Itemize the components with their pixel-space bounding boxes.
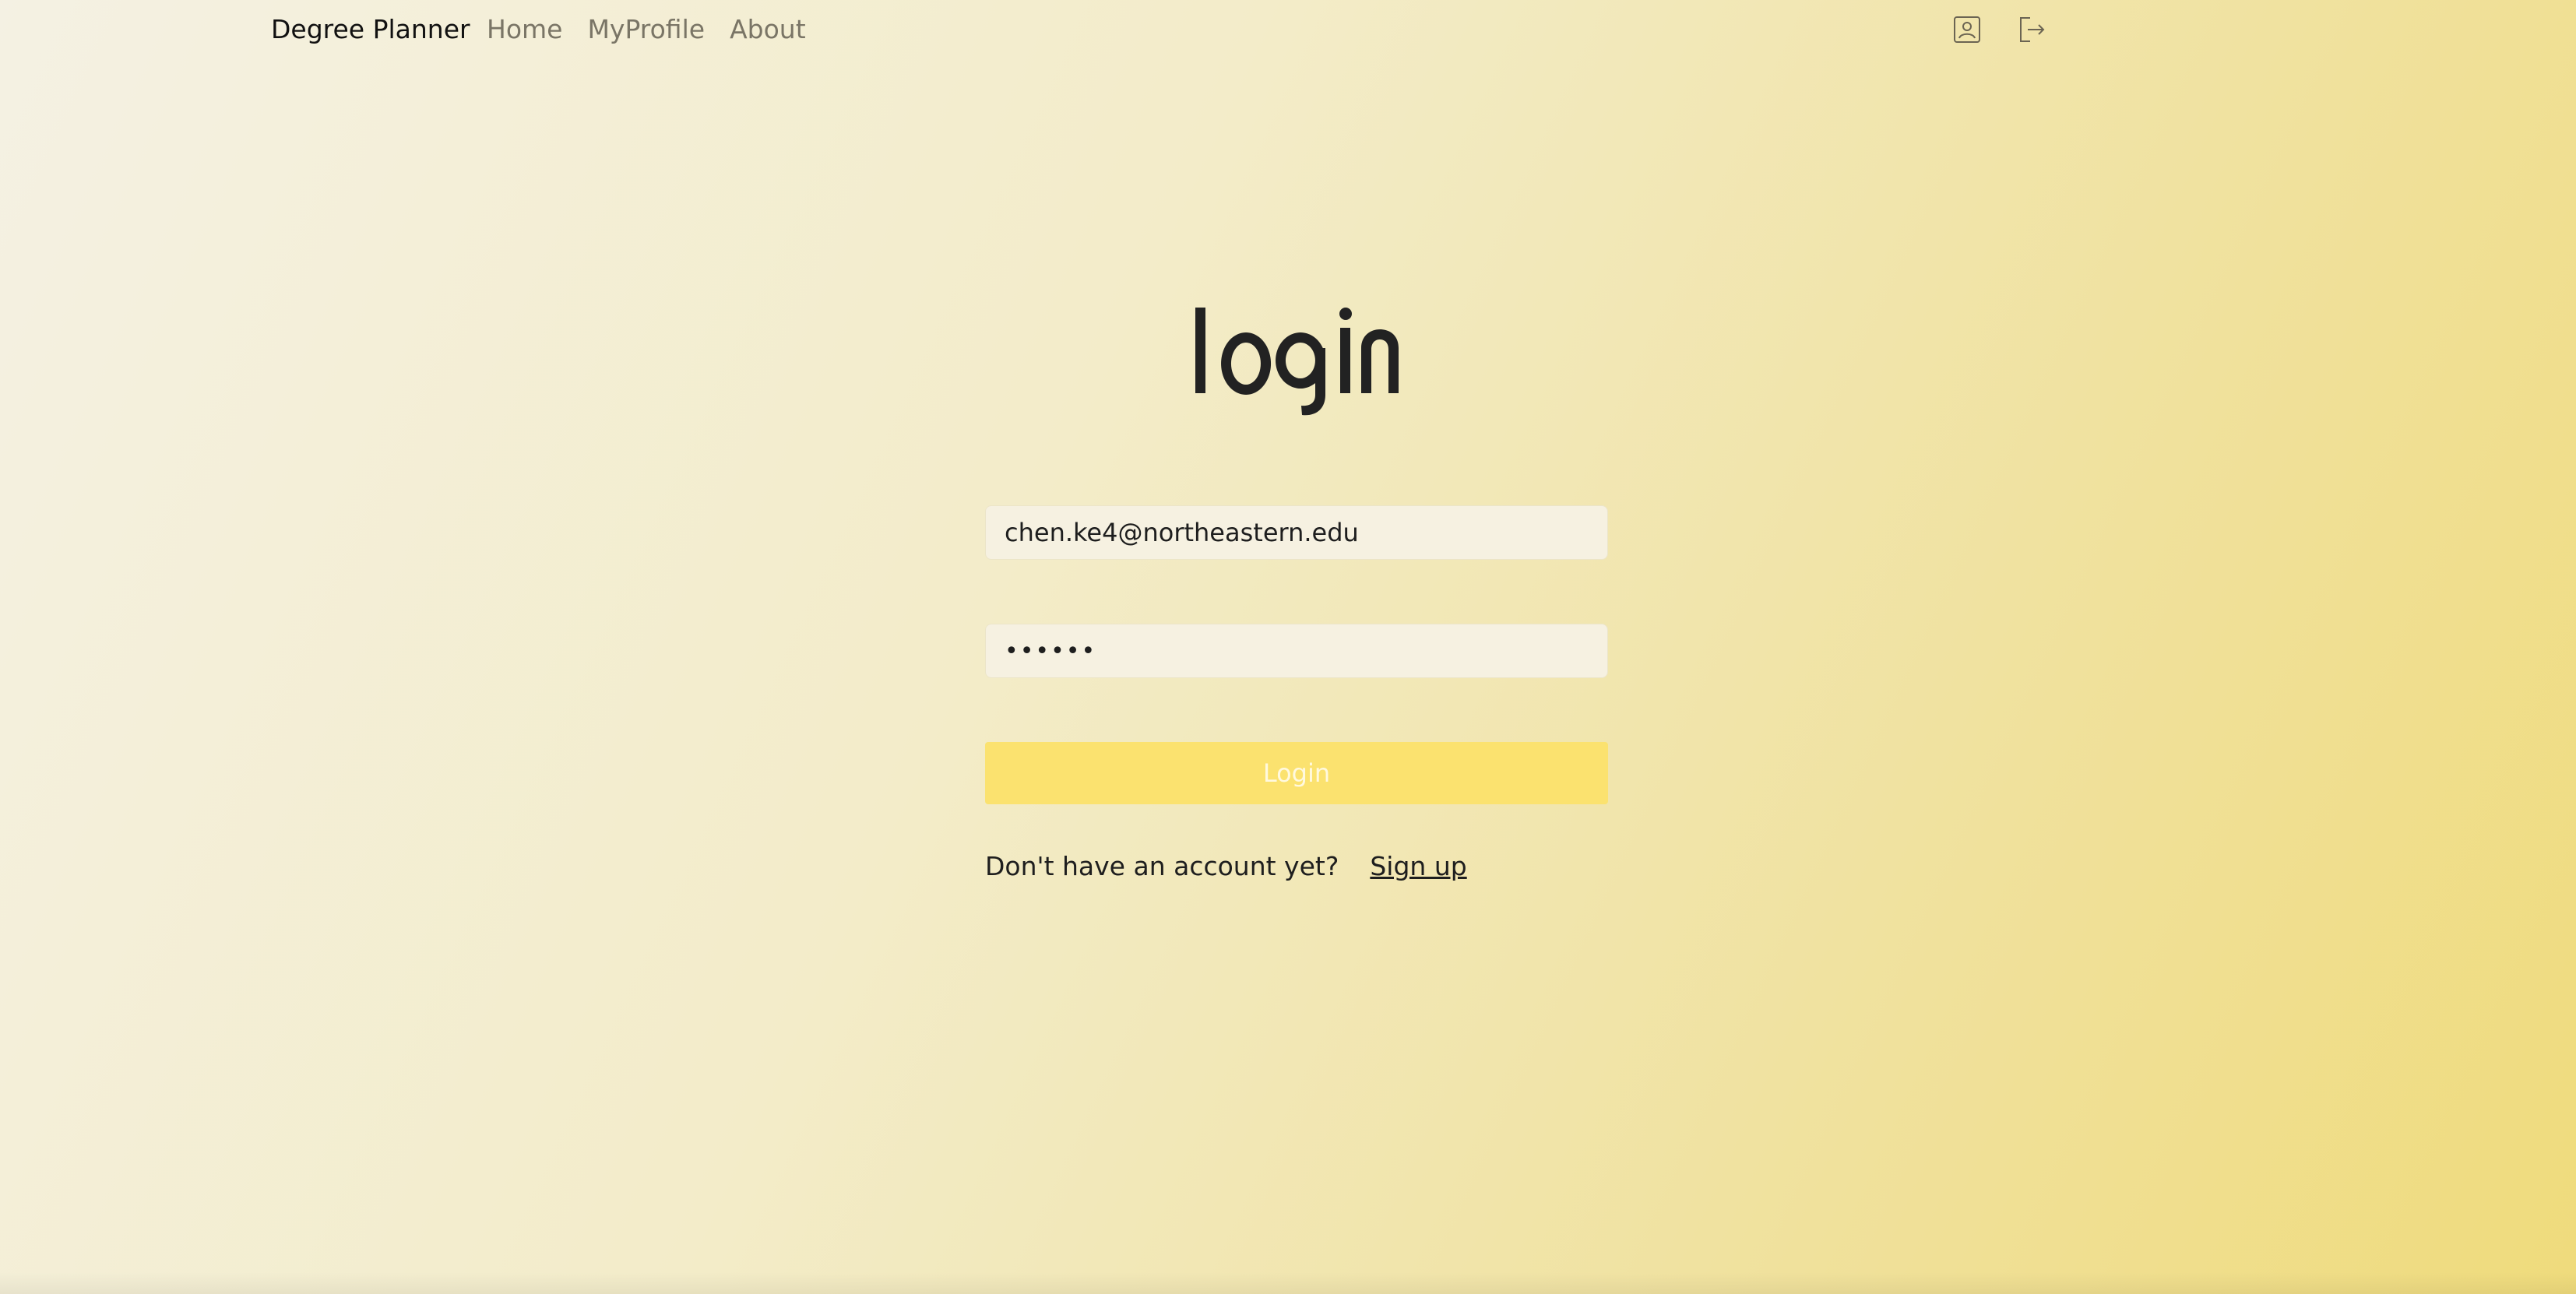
logout-icon[interactable] xyxy=(2017,15,2046,44)
top-navbar: Degree Planner Home MyProfile About xyxy=(271,0,2576,61)
signup-prompt: Don't have an account yet? xyxy=(985,851,1339,881)
password-field[interactable] xyxy=(985,624,1608,678)
profile-icon[interactable] xyxy=(1952,15,1982,44)
signup-link[interactable]: Sign up xyxy=(1370,851,1466,881)
login-logo xyxy=(1184,300,1402,417)
nav-link-home[interactable]: Home xyxy=(487,14,562,44)
signup-row: Don't have an account yet? Sign up xyxy=(985,851,1467,881)
login-button[interactable]: Login xyxy=(985,742,1608,804)
nav-link-myprofile[interactable]: MyProfile xyxy=(587,14,705,44)
nav-links: Home MyProfile About xyxy=(487,14,806,44)
email-field[interactable] xyxy=(985,505,1608,560)
brand-link[interactable]: Degree Planner xyxy=(271,14,470,44)
nav-link-about[interactable]: About xyxy=(730,14,806,44)
bottom-shadow xyxy=(0,1272,2576,1294)
